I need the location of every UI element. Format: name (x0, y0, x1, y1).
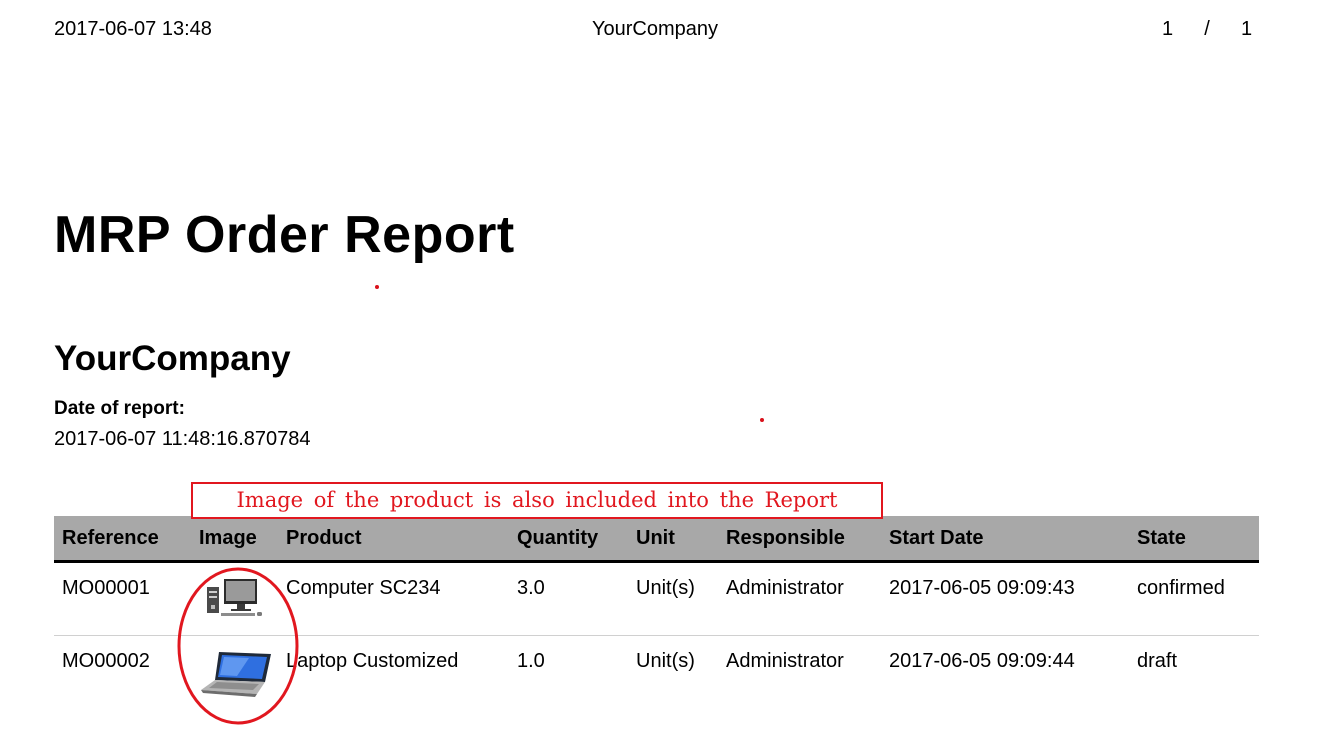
cell-quantity: 1.0 (517, 650, 545, 672)
table-row: MO00002 Laptop Customized 1.0 Unit(s) Ad… (54, 636, 1259, 709)
cell-state: draft (1137, 650, 1178, 672)
col-unit: Unit (628, 516, 718, 563)
cell-product: Laptop Customized (286, 650, 459, 672)
page-separator: / (1204, 18, 1210, 40)
cell-start-date: 2017-06-05 09:09:43 (881, 561, 1129, 636)
date-of-report-label: Date of report: (54, 398, 185, 419)
cell-reference: MO00002 (62, 650, 150, 672)
report-title: MRP Order Report (54, 206, 515, 264)
stray-red-dot (375, 285, 379, 289)
col-product: Product (278, 516, 509, 563)
page-current: 1 (1162, 18, 1174, 40)
cell-quantity: 3.0 (509, 561, 628, 636)
laptop-icon (199, 648, 278, 700)
col-quantity: Quantity (509, 516, 628, 563)
cell-reference: MO00001 (54, 561, 191, 636)
col-start-date: Start Date (881, 516, 1129, 563)
cell-unit: Unit(s) (628, 561, 718, 636)
cell-responsible: Administrator (726, 650, 844, 672)
annotation-callout: Image of the product is also included in… (191, 482, 883, 519)
table-header-row: Reference Image Product Quantity Unit Re… (54, 516, 1259, 563)
cell-unit: Unit(s) (636, 650, 695, 672)
date-of-report-value: 2017-06-07 11:48:16.870784 (54, 428, 311, 450)
cell-state: confirmed (1129, 561, 1259, 636)
page-total: 1 (1240, 18, 1253, 40)
orders-table: Reference Image Product Quantity Unit Re… (54, 516, 1259, 708)
col-image: Image (191, 516, 278, 563)
cell-responsible: Administrator (718, 561, 881, 636)
col-responsible: Responsible (718, 516, 881, 563)
report-company: YourCompany (54, 339, 291, 378)
desktop-computer-icon (199, 575, 278, 619)
cell-product: Computer SC234 (278, 561, 509, 636)
stray-red-dot (760, 418, 764, 422)
col-reference: Reference (54, 516, 191, 563)
page-counter: 1 / 1 (1162, 16, 1252, 42)
header-company: YourCompany (591, 18, 718, 40)
cell-start-date: 2017-06-05 09:09:44 (889, 650, 1075, 672)
table-row: MO00001 Computer SC234 3.0 Unit(s) Admin… (54, 561, 1259, 636)
col-state: State (1129, 516, 1259, 563)
cell-image (191, 561, 278, 636)
cell-image (191, 636, 278, 709)
